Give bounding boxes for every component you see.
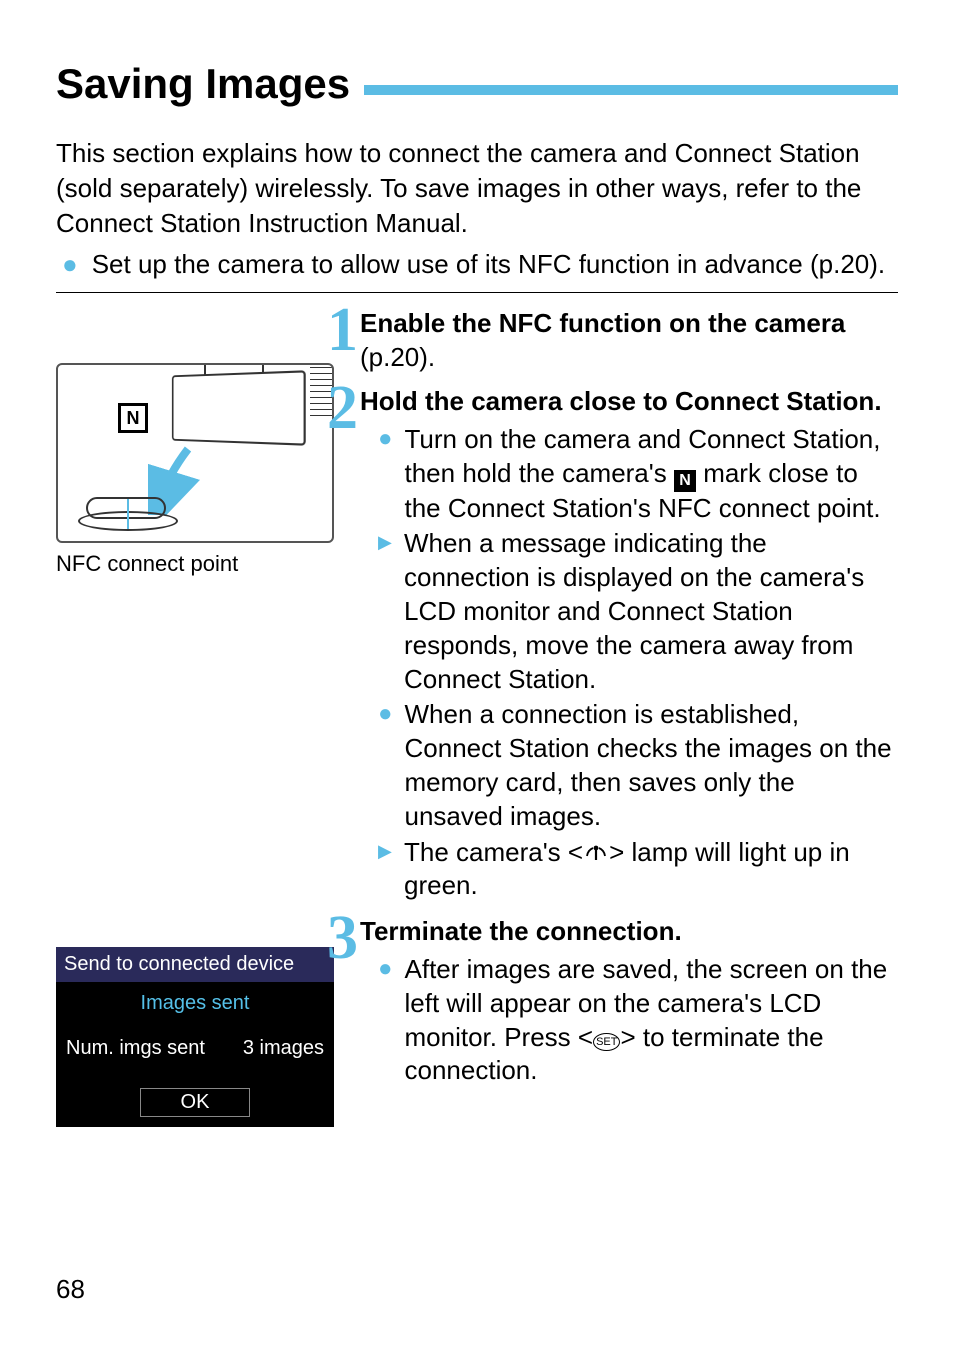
step-3-list: ● After images are saved, the screen on … xyxy=(360,953,898,1088)
nfc-mark-icon: N xyxy=(118,403,148,433)
bullet-dot-icon: ● xyxy=(378,423,393,526)
lcd-screenshot: Send to connected device Images sent Num… xyxy=(56,947,334,1127)
step-3-item-1-text: After images are saved, the screen on th… xyxy=(405,953,899,1088)
connect-point-leader-icon xyxy=(118,499,158,539)
bullet-triangle-icon: ▶ xyxy=(378,836,392,904)
step-2-item-1-text: Turn on the camera and Connect Station, … xyxy=(405,423,899,526)
step-number-3: 3 xyxy=(318,911,358,1094)
two-column-layout: N NFC connect poi xyxy=(56,307,898,1127)
page-number: 68 xyxy=(56,1274,85,1305)
lcd-title-bar: Send to connected device xyxy=(56,947,334,982)
step-1-title: Enable the NFC function on the camera (p… xyxy=(360,307,898,375)
intro-paragraph: This section explains how to connect the… xyxy=(56,136,898,241)
bullet-dot-icon: ● xyxy=(378,953,393,1088)
step-number-2: 2 xyxy=(318,381,358,909)
step-2-item-4: ▶ The camera's <> lamp will light up in … xyxy=(360,836,898,904)
wifi-lamp-icon xyxy=(583,842,609,864)
step-1: 1 Enable the NFC function on the camera … xyxy=(356,307,898,375)
step-2-item-2: ▶ When a message indicating the connecti… xyxy=(360,527,898,696)
step-number-1: 1 xyxy=(318,303,358,375)
lcd-button-row: OK xyxy=(56,1066,334,1127)
bullet-triangle-icon: ▶ xyxy=(378,527,392,696)
divider xyxy=(56,292,898,293)
set-button-icon: SET xyxy=(593,1033,620,1051)
step-3-title: Terminate the connection. xyxy=(360,915,898,949)
step-3: 3 Terminate the connection. ● After imag… xyxy=(356,915,898,1094)
nfc-tap-illustration: N xyxy=(56,363,334,543)
step-2-item-4-text: The camera's <> lamp will light up in gr… xyxy=(404,836,898,904)
left-column: N NFC connect poi xyxy=(56,307,356,1127)
advance-text: Set up the camera to allow use of its NF… xyxy=(92,247,885,282)
n-mark-icon: N xyxy=(674,470,696,492)
bullet-dot-icon: ● xyxy=(378,698,393,833)
lcd-subtitle: Images sent xyxy=(56,982,334,1031)
title-row: Saving Images xyxy=(56,60,898,108)
advance-item: ● Set up the camera to allow use of its … xyxy=(62,247,898,282)
step-2-title: Hold the camera close to Connect Station… xyxy=(360,385,898,419)
lcd-row-value: 3 images xyxy=(243,1037,324,1060)
step-2-item-2-text: When a message indicating the connection… xyxy=(404,527,898,696)
step-2-item-3-text: When a connection is established, Connec… xyxy=(405,698,899,833)
step-2: 2 Hold the camera close to Connect Stati… xyxy=(356,385,898,909)
step-2-item-1: ● Turn on the camera and Connect Station… xyxy=(360,423,898,526)
right-column: 1 Enable the NFC function on the camera … xyxy=(356,307,898,1127)
lcd-ok-button[interactable]: OK xyxy=(140,1088,251,1117)
advance-list: ● Set up the camera to allow use of its … xyxy=(62,247,898,282)
nfc-mark-glyph: N xyxy=(127,408,140,429)
step-3-item-1: ● After images are saved, the screen on … xyxy=(360,953,898,1088)
step-2-item-3: ● When a connection is established, Conn… xyxy=(360,698,898,833)
title-accent-bar xyxy=(364,85,898,95)
bullet-dot-icon: ● xyxy=(62,247,78,282)
step-1-title-strong: Enable the NFC function on the camera xyxy=(360,308,845,338)
figure-caption: NFC connect point xyxy=(56,551,356,577)
manual-page: Saving Images This section explains how … xyxy=(0,0,954,1345)
step-1-title-tail: (p.20). xyxy=(360,342,435,372)
page-title: Saving Images xyxy=(56,60,350,108)
lcd-row: Num. imgs sent 3 images xyxy=(56,1031,334,1066)
step-2-list: ● Turn on the camera and Connect Station… xyxy=(360,423,898,903)
lcd-row-label: Num. imgs sent xyxy=(66,1037,205,1060)
text-frag: The camera's < xyxy=(404,837,583,867)
